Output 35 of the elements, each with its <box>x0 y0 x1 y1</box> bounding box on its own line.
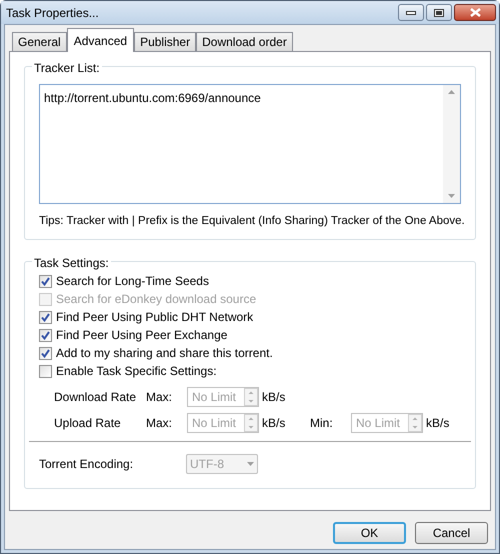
checkbox-label: Search for Long-Time Seeds <box>56 273 209 290</box>
tracker-url: http://torrent.ubuntu.com:6969/announce <box>43 90 262 107</box>
close-button[interactable] <box>454 4 496 21</box>
field-label: Min: <box>310 415 334 432</box>
tab[interactable]: Download order <box>196 32 293 51</box>
rate-label: Download Rate <box>54 389 138 406</box>
unit-label: kB/s <box>262 389 286 406</box>
dialog-button[interactable]: OK <box>333 522 406 544</box>
encoding-label: Torrent Encoding: <box>39 456 134 473</box>
minimize-button[interactable] <box>398 4 424 21</box>
checkbox[interactable] <box>39 274 52 288</box>
close-icon <box>470 8 480 17</box>
field-label: Max: <box>146 389 174 406</box>
checkbox-label: Find Peer Using Peer Exchange <box>56 327 228 344</box>
checkbox-label: Search for eDonkey download source <box>56 291 256 308</box>
tab[interactable]: Publisher <box>134 32 196 51</box>
unit-label: kB/s <box>262 415 286 432</box>
field-label: Max: <box>146 415 174 432</box>
tab[interactable]: Advanced <box>66 28 134 52</box>
dialog-button[interactable]: Cancel <box>415 522 488 544</box>
window-title: Task Properties... <box>6 4 100 22</box>
checkbox-label: Add to my sharing and share this torrent. <box>56 345 273 362</box>
checkbox-label: Enable Task Specific Settings: <box>56 363 217 380</box>
maximize-button[interactable] <box>426 4 452 21</box>
checkbox[interactable] <box>39 346 52 360</box>
checkbox[interactable] <box>39 328 52 342</box>
minimize-icon <box>406 10 416 14</box>
checkbox-label: Find Peer Using Public DHT Network <box>56 309 254 326</box>
rate-label: Upload Rate <box>54 415 122 432</box>
maximize-icon <box>434 8 444 16</box>
checkbox[interactable] <box>39 310 52 324</box>
checkbox[interactable] <box>39 364 52 378</box>
tab[interactable]: General <box>12 32 67 51</box>
unit-label: kB/s <box>426 415 450 432</box>
dropdown-arrow-icon <box>247 462 254 466</box>
